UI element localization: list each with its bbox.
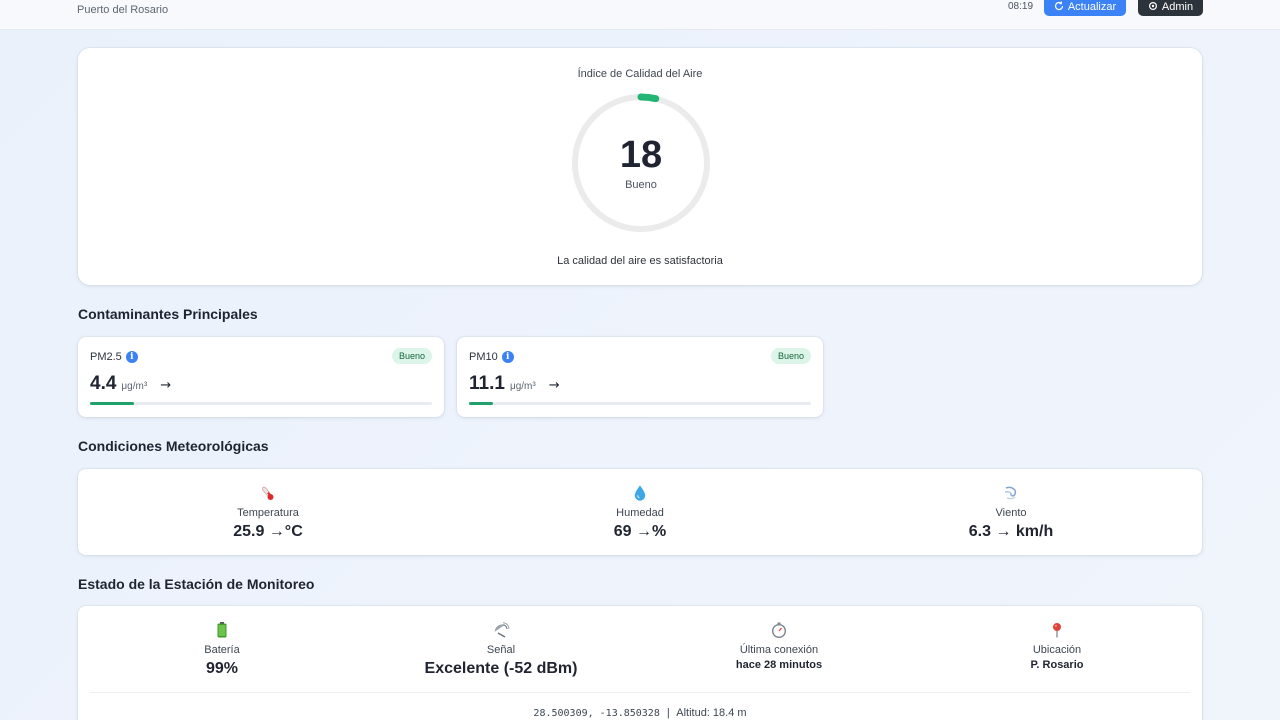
metric-value: P. Rosario	[1030, 659, 1084, 671]
aqi-value: 18	[619, 134, 663, 176]
station-location: Ubicación P. Rosario	[957, 621, 1157, 671]
station-title: Estado de la Estación de Monitoreo	[78, 576, 315, 592]
pollutant-progress-track	[469, 402, 811, 405]
station-last-connection: Última conexión hace 28 minutos	[679, 621, 879, 671]
location-pin-icon	[1053, 623, 1061, 638]
metric-value: 99%	[205, 660, 239, 677]
metric-value: 6.3 → km/h	[968, 523, 1054, 540]
aqi-title: Índice de Calidad del Aire	[577, 68, 703, 80]
admin-label: Admin	[1161, 1, 1194, 13]
top-bar: Puerto del Rosario 08:19 Actualizar Admi…	[0, 0, 1280, 30]
status-badge: Bueno	[770, 348, 811, 364]
divider	[90, 692, 1190, 693]
metric-label: Batería	[204, 644, 240, 656]
pollutant-value: 11.1	[469, 373, 505, 394]
refresh-button[interactable]: Actualizar	[1044, 0, 1126, 16]
weather-wind: Viento 6.3 → km/h	[911, 484, 1111, 541]
stopwatch-icon	[771, 622, 787, 639]
station-signal: Señal Excelente (-52 dBm)	[401, 621, 601, 678]
pollutant-value-row: 4.4 μg/m³ →	[90, 373, 171, 395]
wind-icon	[1004, 486, 1017, 500]
coordinates-separator: |	[666, 707, 670, 719]
droplet-icon	[634, 485, 646, 501]
pollutant-name-row: PM2.5 i	[90, 351, 138, 363]
metric-label: Temperatura	[237, 507, 299, 519]
pollutant-name-row: PM10 i	[469, 351, 514, 363]
status-badge: Bueno	[391, 348, 432, 364]
trend-arrow-icon: →	[548, 378, 560, 393]
refresh-label: Actualizar	[1067, 1, 1117, 13]
weather-humidity: Humedad 69 →%	[540, 484, 740, 541]
satellite-icon	[494, 622, 510, 638]
metric-value: 69 →%	[613, 523, 667, 540]
pollutant-progress-fill	[90, 402, 135, 405]
metric-label: Humedad	[616, 507, 664, 519]
station-coordinates: 28.500309, -13.850328	[533, 708, 660, 719]
station-altitude: Altitud: 18.4 m	[676, 707, 747, 719]
refresh-icon	[1054, 1, 1064, 14]
metric-label: Señal	[486, 644, 516, 656]
pollutant-progress-track	[90, 402, 432, 405]
pollutant-progress-fill	[469, 402, 493, 405]
metric-label: Ubicación	[1032, 644, 1082, 656]
pollutant-name: PM2.5	[90, 351, 122, 363]
info-icon[interactable]: i	[501, 351, 514, 363]
station-card: Batería 99% Señal Excelente (-52 dBm) Úl…	[78, 606, 1202, 720]
pollutant-value: 4.4	[90, 373, 117, 394]
station-battery: Batería 99%	[122, 621, 322, 678]
pollutant-unit: μg/m³	[509, 381, 536, 392]
metric-label: Viento	[995, 507, 1027, 519]
pollutant-card-pm10[interactable]: PM10 i Bueno 11.1 μg/m³ →	[457, 337, 823, 417]
pollutant-value-row: 11.1 μg/m³ →	[469, 373, 560, 395]
aqi-card: Índice de Calidad del Aire 18 Bueno La c…	[78, 48, 1202, 285]
aqi-description: La calidad del aire es satisfactoria	[557, 255, 723, 267]
weather-title: Condiciones Meteorológicas	[78, 438, 269, 454]
location-subtitle: Puerto del Rosario	[77, 4, 169, 16]
weather-temperature: Temperatura 25.9 →°C	[168, 484, 368, 541]
aqi-level: Bueno	[625, 179, 657, 191]
current-time: 08:19	[1008, 1, 1034, 12]
metric-label: Última conexión	[739, 644, 819, 656]
battery-icon	[217, 622, 227, 638]
weather-card: Temperatura 25.9 →°C Humedad 69 →% Vient…	[78, 469, 1202, 555]
pollutant-unit: μg/m³	[121, 381, 148, 392]
trend-arrow-icon: →	[160, 378, 172, 393]
info-icon[interactable]: i	[125, 351, 138, 363]
station-coordinates-row: 28.500309, -13.850328 | Altitud: 18.4 m	[78, 707, 1202, 719]
admin-button[interactable]: Admin	[1138, 0, 1203, 16]
pollutant-name: PM10	[469, 351, 498, 363]
pollutants-title: Contaminantes Principales	[78, 306, 258, 322]
metric-value: 25.9 →°C	[233, 523, 303, 540]
gear-icon	[1148, 1, 1158, 14]
pollutant-card-pm25[interactable]: PM2.5 i Bueno 4.4 μg/m³ →	[78, 337, 444, 417]
thermometer-icon	[261, 486, 274, 500]
metric-value: hace 28 minutos	[735, 659, 823, 671]
metric-value: Excelente (-52 dBm)	[424, 660, 578, 677]
